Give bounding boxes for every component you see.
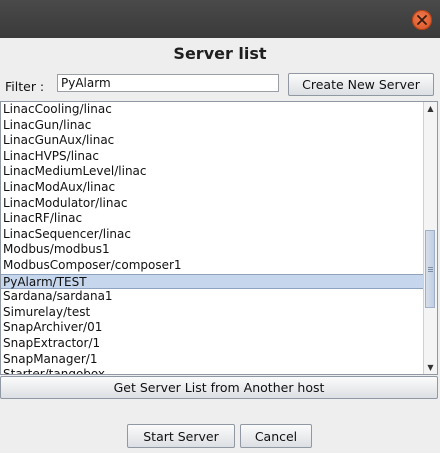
server-list-item[interactable]: ModbusComposer/composer1 (1, 258, 425, 274)
grip-line (428, 269, 433, 270)
start-server-button[interactable]: Start Server (127, 424, 235, 448)
close-icon (417, 15, 427, 25)
scroll-down-arrow-icon[interactable]: ▼ (424, 361, 437, 374)
server-list-item[interactable]: SnapManager/1 (1, 352, 425, 368)
server-list-item[interactable]: LinacMediumLevel/linac (1, 164, 425, 180)
cancel-button[interactable]: Cancel (240, 424, 312, 448)
server-list-item[interactable]: Modbus/modbus1 (1, 242, 425, 258)
grip-line (428, 267, 433, 268)
filter-input[interactable] (57, 74, 279, 92)
server-list-item[interactable]: PyAlarm/TEST (1, 273, 425, 290)
server-list-item[interactable]: LinacHVPS/linac (1, 149, 425, 165)
server-list-item[interactable]: LinacModAux/linac (1, 180, 425, 196)
create-new-server-button[interactable]: Create New Server (288, 73, 434, 96)
dialog-title: Server list (173, 44, 267, 63)
scrollbar-thumb[interactable] (425, 230, 435, 308)
server-list-item[interactable]: LinacGun/linac (1, 118, 425, 134)
server-list[interactable]: LinacCooling/linac LinacGun/linac LinacGun… (0, 101, 438, 375)
vertical-scrollbar[interactable]: ▲ ▼ (423, 102, 437, 374)
server-list-item[interactable]: Sardana/sardana1 (1, 289, 425, 305)
server-list-item[interactable]: LinacModulator/linac (1, 196, 425, 212)
server-list-item[interactable]: Simurelay/test (1, 305, 425, 321)
server-list-item[interactable]: LinacGunAux/linac (1, 133, 425, 149)
window-titlebar (0, 0, 440, 38)
server-list-item[interactable]: SnapExtractor/1 (1, 336, 425, 352)
server-list-item[interactable]: LinacCooling/linac (1, 102, 425, 118)
grip-line (428, 271, 433, 272)
server-list-item[interactable]: Starter/tangobox (1, 367, 425, 374)
server-list-dialog: Server list Filter : Create New Server L… (0, 38, 440, 453)
server-list-item[interactable]: LinacRF/linac (1, 211, 425, 227)
scroll-up-arrow-icon[interactable]: ▲ (424, 102, 437, 115)
close-window-button[interactable] (412, 10, 432, 30)
server-list-item[interactable]: LinacSequencer/linac (1, 227, 425, 243)
get-server-list-button[interactable]: Get Server List from Another host (0, 376, 438, 399)
filter-label: Filter : (5, 79, 45, 94)
server-list-item[interactable]: SnapArchiver/01 (1, 320, 425, 336)
server-list-items: LinacCooling/linac LinacGun/linac LinacGun… (1, 102, 425, 374)
